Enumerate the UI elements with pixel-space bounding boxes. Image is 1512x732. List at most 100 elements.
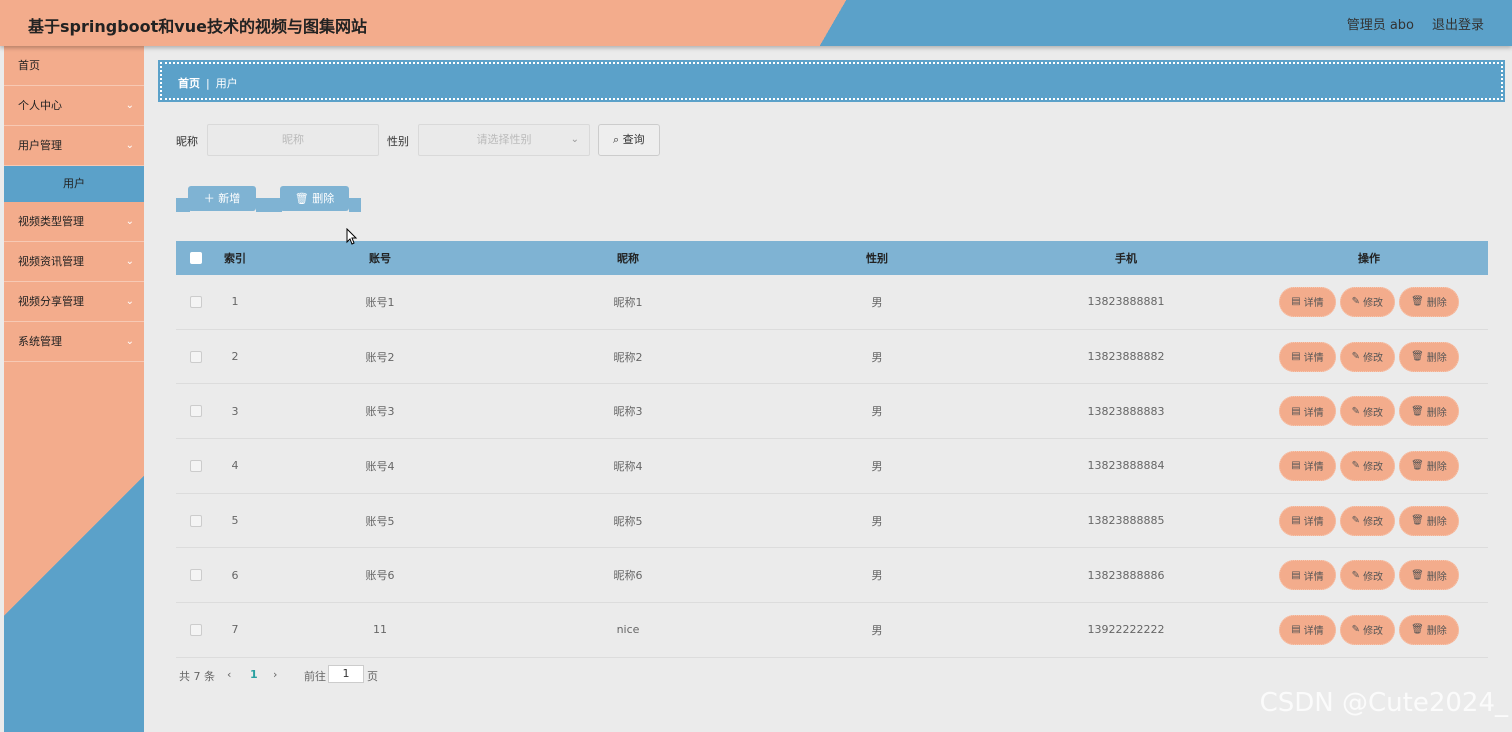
row-checkbox[interactable]: [190, 623, 202, 636]
cell-nickname: 昵称5: [613, 514, 643, 528]
nickname-input[interactable]: 昵称: [207, 124, 379, 156]
detail-button[interactable]: ▤ 详情: [1279, 396, 1336, 427]
select-all-checkbox[interactable]: [190, 252, 202, 264]
row-actions: ▤ 详情 ✎ 修改 🗑 删除: [1264, 439, 1474, 493]
chevron-down-icon: ⌄: [125, 256, 134, 267]
sidebar-item-label: 首页: [18, 59, 40, 72]
gender-select[interactable]: 请选择性别 ⌄: [418, 124, 590, 156]
detail-button[interactable]: ▤ 详情: [1279, 505, 1336, 536]
delete-button-label: 删除: [1426, 407, 1447, 419]
row-actions: ▤ 详情 ✎ 修改 🗑 删除: [1264, 330, 1474, 384]
row-checkbox[interactable]: [190, 569, 202, 582]
detail-button[interactable]: ▤ 详情: [1279, 286, 1336, 317]
search-icon: ⌕: [613, 133, 623, 146]
chevron-down-icon: ⌄: [125, 336, 134, 347]
sidebar-item-personal-center[interactable]: 个人中心 ⌄: [4, 86, 144, 126]
sidebar-item-video-news-management[interactable]: 视频资讯管理 ⌄: [4, 242, 144, 282]
table-row: 4 账号4 昵称4 男 13823888884 ▤ 详情 ✎ 修改 🗑 删除: [176, 439, 1488, 494]
detail-button-label: 详情: [1303, 353, 1324, 365]
delete-button[interactable]: 🗑 删除: [1399, 614, 1459, 645]
page-number-current[interactable]: 1: [250, 668, 258, 681]
cell-account: 账号2: [365, 350, 395, 364]
chevron-down-icon: ⌄: [125, 296, 134, 307]
sidebar-item-label: 视频分享管理: [18, 295, 84, 308]
cell-nickname: 昵称1: [613, 295, 643, 309]
app-title: 基于springboot和vue技术的视频与图集网站: [28, 17, 367, 36]
cell-index: 4: [231, 459, 239, 473]
row-checkbox[interactable]: [190, 350, 202, 363]
edit-button[interactable]: ✎ 修改: [1339, 396, 1396, 427]
edit-button[interactable]: ✎ 修改: [1339, 614, 1396, 645]
row-actions: ▤ 详情 ✎ 修改 🗑 删除: [1264, 384, 1474, 438]
row-checkbox[interactable]: [190, 459, 202, 472]
delete-button-label: 删除: [1426, 571, 1447, 583]
row-actions: ▤ 详情 ✎ 修改 🗑 删除: [1264, 494, 1474, 548]
cell-gender: 男: [871, 350, 883, 364]
edit-button[interactable]: ✎ 修改: [1339, 450, 1396, 481]
row-actions: ▤ 详情 ✎ 修改 🗑 删除: [1264, 603, 1474, 657]
trash-icon: 🗑: [1411, 569, 1424, 581]
prev-page-button[interactable]: ‹: [227, 668, 231, 681]
sidebar: 首页 个人中心 ⌄ 用户管理 ⌄ 用户 视频类型管理 ⌄ 视频资讯管理 ⌄ 视频…: [4, 46, 144, 732]
cell-index: 5: [231, 514, 239, 528]
batch-delete-button[interactable]: 🗑 删除: [280, 186, 349, 211]
edit-button[interactable]: ✎ 修改: [1339, 505, 1396, 536]
query-button[interactable]: ⌕ 查询: [598, 124, 660, 156]
goto-page-input[interactable]: 1: [328, 665, 364, 683]
detail-button-label: 详情: [1303, 626, 1324, 638]
sidebar-subitem-user[interactable]: 用户: [4, 166, 144, 202]
sidebar-item-video-type-management[interactable]: 视频类型管理 ⌄: [4, 202, 144, 242]
cell-phone: 13922222222: [1087, 623, 1165, 637]
chevron-down-icon: ⌄: [125, 216, 134, 227]
detail-button[interactable]: ▤ 详情: [1279, 450, 1336, 481]
edit-button[interactable]: ✎ 修改: [1339, 286, 1396, 317]
gender-select-placeholder: 请选择性别: [476, 133, 532, 146]
header-actions: 操作: [1358, 252, 1380, 265]
detail-button[interactable]: ▤ 详情: [1279, 614, 1336, 645]
cell-gender: 男: [871, 459, 883, 473]
delete-button[interactable]: 🗑 删除: [1399, 396, 1459, 427]
edit-button-label: 修改: [1363, 517, 1384, 529]
sidebar-item-system-management[interactable]: 系统管理 ⌄: [4, 322, 144, 362]
pencil-icon: ✎: [1351, 515, 1361, 527]
breadcrumb-separator: |: [206, 77, 210, 90]
cell-gender: 男: [871, 514, 883, 528]
detail-button[interactable]: ▤ 详情: [1279, 341, 1336, 372]
pencil-icon: ✎: [1351, 296, 1361, 308]
logout-link[interactable]: 退出登录: [1432, 14, 1484, 33]
trash-icon: 🗑: [294, 192, 313, 205]
edit-button[interactable]: ✎ 修改: [1339, 341, 1396, 372]
delete-button[interactable]: 🗑 删除: [1399, 560, 1459, 591]
trash-icon: 🗑: [1411, 460, 1424, 472]
breadcrumb-home[interactable]: 首页: [178, 77, 200, 90]
sidebar-item-user-management[interactable]: 用户管理 ⌄: [4, 126, 144, 166]
add-button[interactable]: ＋ 新增: [188, 186, 256, 211]
plus-icon: ＋: [203, 192, 219, 205]
cell-nickname: 昵称6: [613, 569, 643, 583]
row-checkbox[interactable]: [190, 514, 202, 527]
delete-button-label: 删除: [1426, 517, 1447, 529]
sidebar-item-video-share-management[interactable]: 视频分享管理 ⌄: [4, 282, 144, 322]
delete-button[interactable]: 🗑 删除: [1399, 450, 1459, 481]
current-user: 管理员 abo: [1346, 18, 1414, 33]
gender-label: 性别: [387, 135, 409, 148]
delete-button[interactable]: 🗑 删除: [1399, 286, 1459, 317]
sidebar-item-label: 用户: [63, 177, 85, 190]
detail-button[interactable]: ▤ 详情: [1279, 560, 1336, 591]
delete-button[interactable]: 🗑 删除: [1399, 341, 1459, 372]
chevron-down-icon: ⌄: [125, 100, 134, 111]
cell-phone: 13823888885: [1087, 514, 1165, 528]
add-button-label: 新增: [218, 192, 241, 205]
table-row: 6 账号6 昵称6 男 13823888886 ▤ 详情 ✎ 修改 🗑 删除: [176, 548, 1488, 604]
cell-account: 账号6: [365, 569, 395, 583]
delete-button[interactable]: 🗑 删除: [1399, 505, 1459, 536]
sidebar-item-label: 视频资讯管理: [18, 255, 84, 268]
edit-button[interactable]: ✎ 修改: [1339, 560, 1396, 591]
sidebar-item-home[interactable]: 首页: [4, 46, 144, 86]
breadcrumb: 首页 | 用户: [158, 60, 1505, 102]
row-checkbox[interactable]: [190, 295, 202, 308]
row-checkbox[interactable]: [190, 405, 202, 418]
next-page-button[interactable]: ›: [273, 668, 277, 681]
cell-gender: 男: [871, 569, 883, 583]
add-button-tab-decoration: [256, 198, 268, 212]
